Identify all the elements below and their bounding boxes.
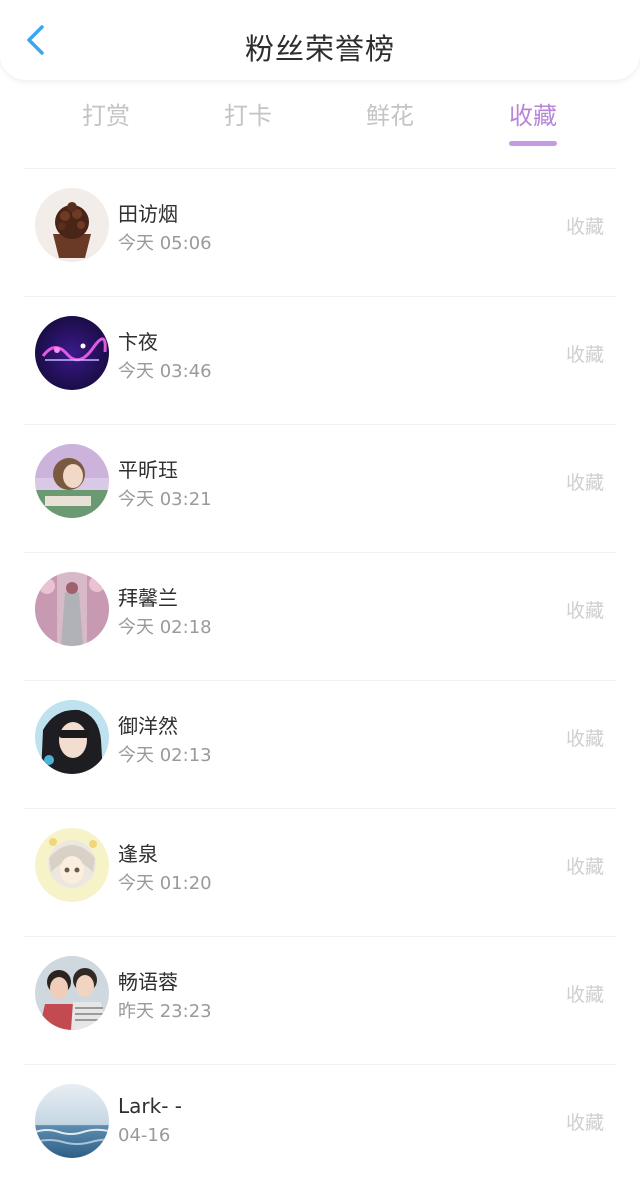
- tab-checkin[interactable]: 打卡: [188, 96, 308, 154]
- list-item[interactable]: 拜馨兰 今天 02:18 收藏: [0, 552, 640, 680]
- timestamp: 今天 03:46: [118, 361, 212, 382]
- avatar[interactable]: [35, 956, 109, 1030]
- list-item[interactable]: Lark- - 04-16 收藏: [0, 1064, 640, 1192]
- divider: [24, 424, 616, 425]
- avatar[interactable]: [35, 700, 109, 774]
- tab-bar: 打赏 打卡 鲜花 收藏: [0, 96, 640, 154]
- avatar[interactable]: [35, 188, 109, 262]
- tab-label: 鲜花: [366, 102, 414, 130]
- favorite-label: 收藏: [565, 728, 604, 750]
- timestamp: 今天 02:13: [118, 745, 212, 766]
- tab-label: 收藏: [509, 102, 557, 130]
- avatar[interactable]: [35, 316, 109, 390]
- favorite-label: 收藏: [565, 600, 604, 622]
- divider: [24, 552, 616, 553]
- divider: [24, 680, 616, 681]
- avatar[interactable]: [35, 1084, 109, 1158]
- tab-reward[interactable]: 打赏: [46, 96, 166, 154]
- page-title: 粉丝荣誉榜: [244, 32, 395, 66]
- list-item[interactable]: 御洋然 今天 02:13 收藏: [0, 680, 640, 808]
- tab-label: 打赏: [82, 102, 130, 130]
- user-name: 卞夜: [118, 330, 158, 354]
- user-name: 拜馨兰: [118, 586, 178, 610]
- favorite-label: 收藏: [565, 344, 604, 366]
- divider: [24, 808, 616, 809]
- divider: [24, 1064, 616, 1065]
- list-item[interactable]: 平昕珏 今天 03:21 收藏: [0, 424, 640, 552]
- favorite-label: 收藏: [565, 472, 604, 494]
- list-item[interactable]: 畅语蓉 昨天 23:23 收藏: [0, 936, 640, 1064]
- timestamp: 昨天 23:23: [118, 1001, 212, 1022]
- user-name: 逢泉: [118, 842, 158, 866]
- active-tab-indicator: [509, 141, 557, 146]
- user-name: 田访烟: [118, 202, 178, 226]
- divider: [24, 168, 616, 169]
- top-bar: 粉丝荣誉榜: [0, 0, 640, 80]
- list-item[interactable]: 田访烟 今天 05:06 收藏: [0, 168, 640, 296]
- list-item[interactable]: 逢泉 今天 01:20 收藏: [0, 808, 640, 936]
- avatar[interactable]: [35, 444, 109, 518]
- favorite-label: 收藏: [565, 216, 604, 238]
- timestamp: 04-16: [118, 1125, 171, 1146]
- tab-favorites[interactable]: 收藏: [473, 96, 593, 154]
- user-name: 平昕珏: [118, 458, 178, 482]
- tab-flowers[interactable]: 鲜花: [330, 96, 450, 154]
- favorite-label: 收藏: [565, 856, 604, 878]
- timestamp: 今天 03:21: [118, 489, 212, 510]
- divider: [24, 936, 616, 937]
- favorite-label: 收藏: [565, 1112, 604, 1134]
- list-item[interactable]: 卞夜 今天 03:46 收藏: [0, 296, 640, 424]
- app-screen: 粉丝荣誉榜 打赏 打卡 鲜花 收藏 田访烟 今天 05:06 收藏 卞夜 今天 …: [0, 0, 640, 1194]
- fan-list: 田访烟 今天 05:06 收藏 卞夜 今天 03:46 收藏 平昕珏 今天 03…: [0, 168, 640, 1192]
- divider: [24, 296, 616, 297]
- timestamp: 今天 01:20: [118, 873, 212, 894]
- user-name: 畅语蓉: [118, 970, 178, 994]
- timestamp: 今天 02:18: [118, 617, 212, 638]
- user-name: 御洋然: [118, 714, 178, 738]
- user-name: Lark- -: [118, 1094, 182, 1118]
- tab-label: 打卡: [224, 102, 272, 130]
- avatar[interactable]: [35, 572, 109, 646]
- avatar[interactable]: [35, 828, 109, 902]
- favorite-label: 收藏: [565, 984, 604, 1006]
- timestamp: 今天 05:06: [118, 233, 212, 254]
